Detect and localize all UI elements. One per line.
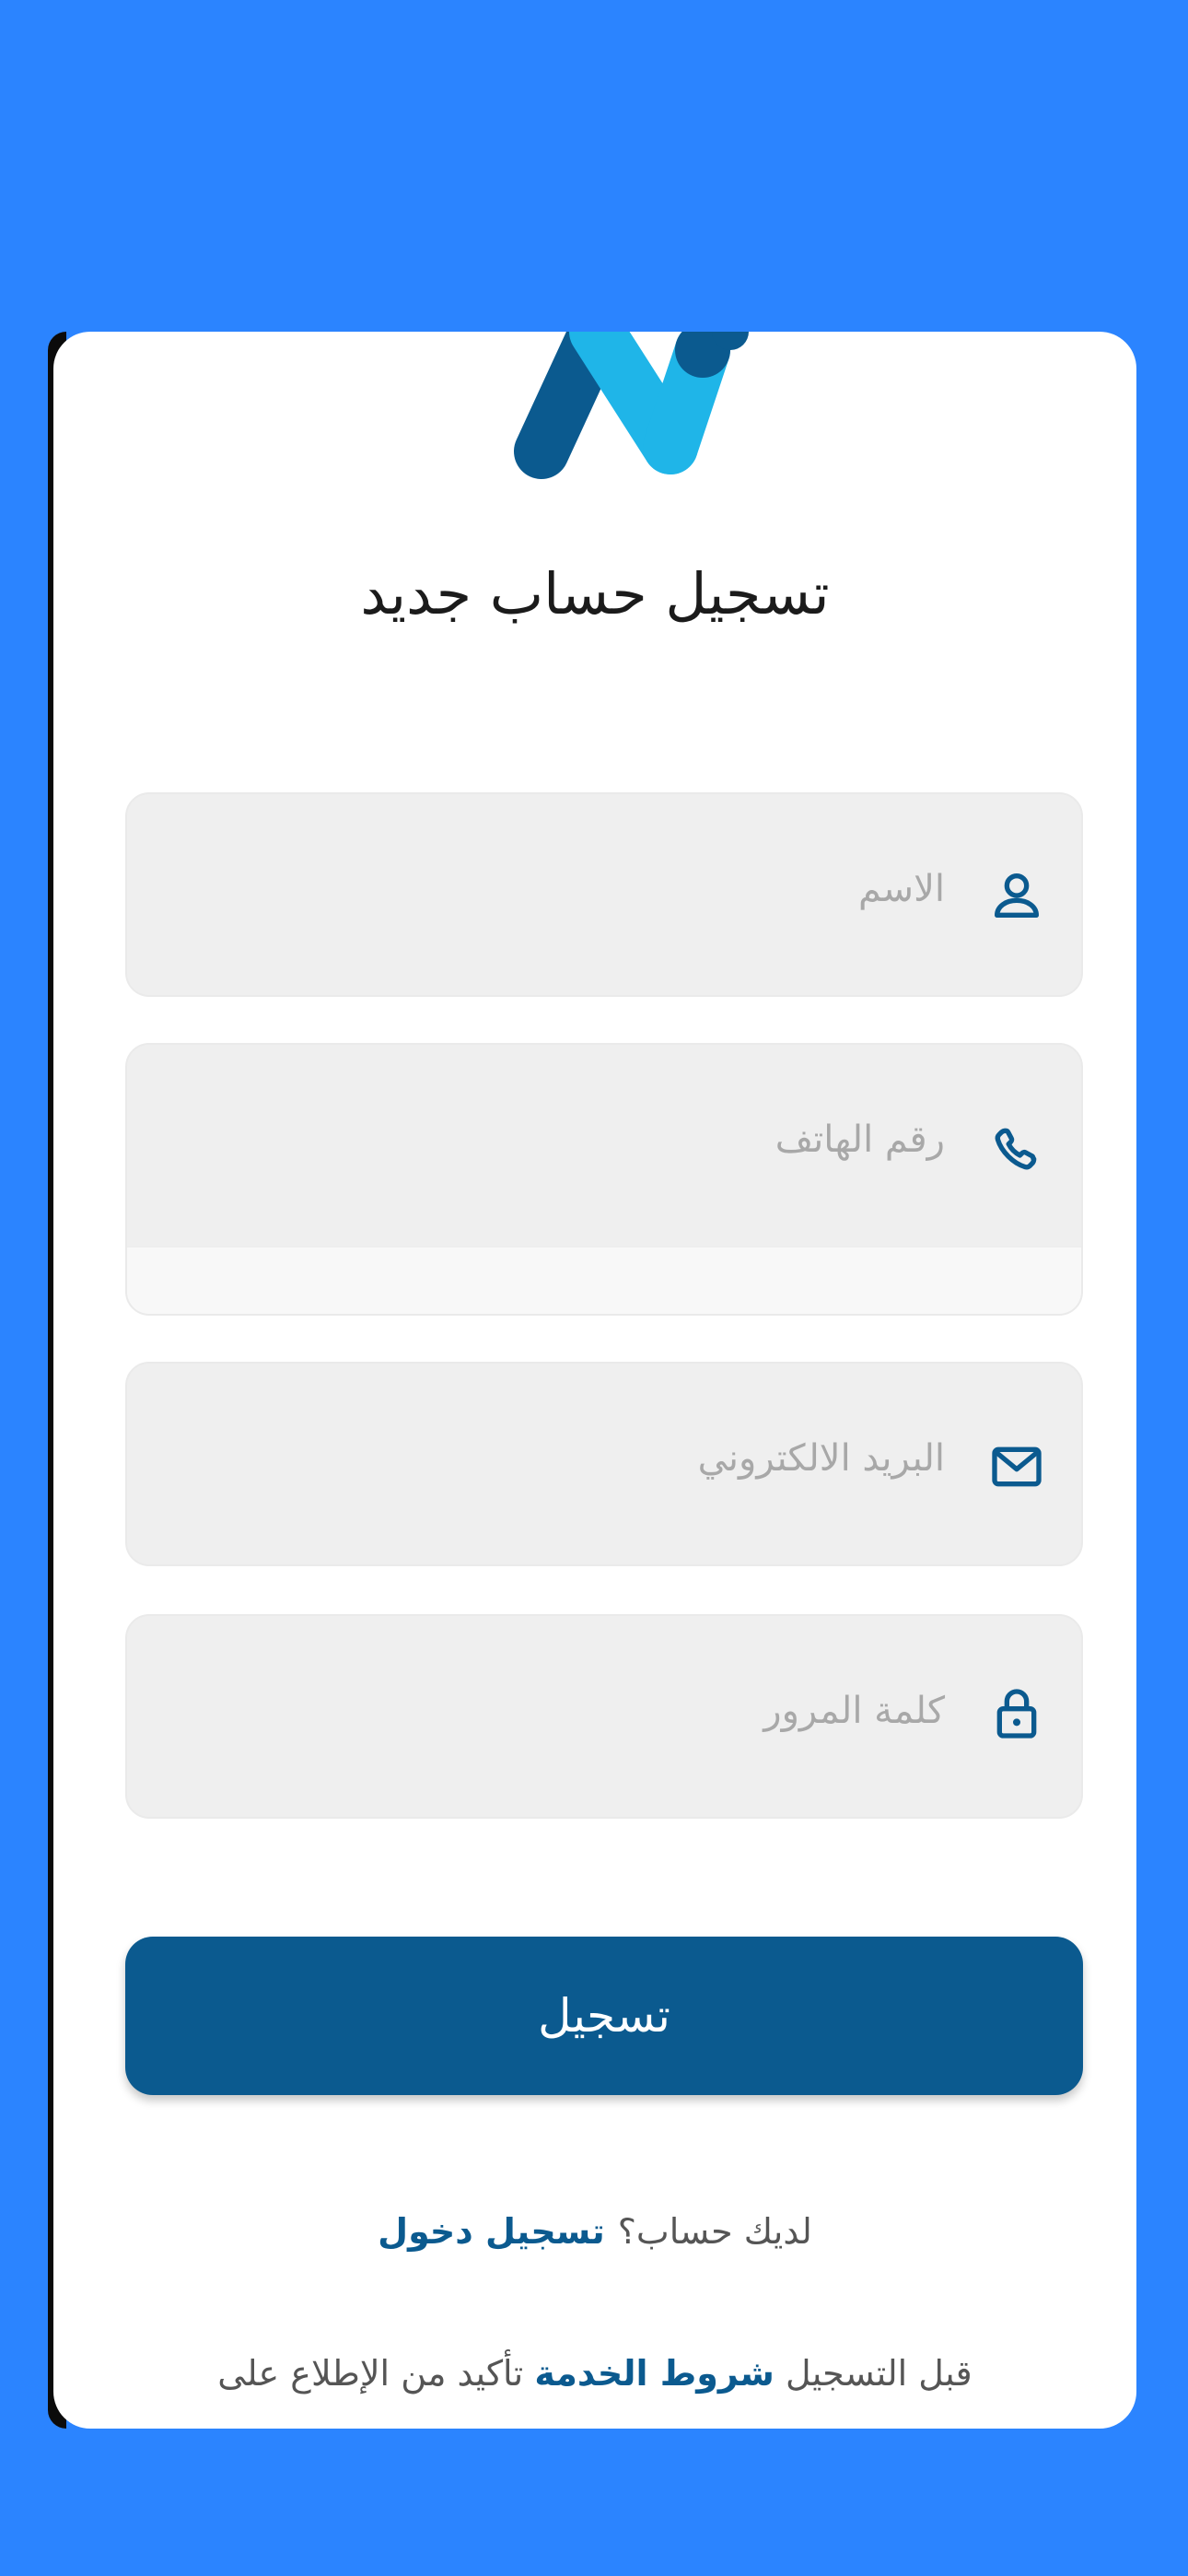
user-icon	[995, 873, 1039, 918]
register-button[interactable]: تسجيل	[125, 1937, 1083, 2095]
mail-icon	[992, 1446, 1042, 1487]
app-logo	[514, 332, 749, 479]
email-field-placeholder: البريد الالكتروني	[697, 1437, 945, 1480]
terms-prefix: قبل التسجيل	[785, 2353, 973, 2394]
register-card: تسجيل حساب جديد الاسم رقم الهاتف البريد …	[53, 332, 1136, 2429]
terms-link[interactable]: شروط الخدمة	[534, 2353, 775, 2394]
name-field-placeholder: الاسم	[857, 868, 945, 910]
have-account-text: لديك حساب؟	[617, 2211, 812, 2252]
phone-field-footer	[127, 1247, 1081, 1314]
email-field[interactable]: البريد الالكتروني	[125, 1362, 1083, 1566]
terms-notice: قبل التسجيل شروط الخدمة تأكيد من الإطلاع…	[53, 2353, 1136, 2394]
phone-field-placeholder: رقم الهاتف	[775, 1118, 945, 1161]
password-field[interactable]: كلمة المرور	[125, 1614, 1083, 1819]
terms-suffix: تأكيد من الإطلاع على	[217, 2353, 524, 2394]
phone-icon	[995, 1128, 1037, 1170]
page-title: تسجيل حساب جديد	[360, 560, 830, 627]
name-field[interactable]: الاسم	[125, 792, 1083, 997]
lock-icon	[996, 1689, 1037, 1739]
phone-field[interactable]: رقم الهاتف	[125, 1043, 1083, 1316]
password-field-placeholder: كلمة المرور	[763, 1690, 945, 1732]
login-link[interactable]: تسجيل دخول	[378, 2211, 605, 2252]
login-prompt: لديك حساب؟ تسجيل دخول	[53, 2211, 1136, 2252]
